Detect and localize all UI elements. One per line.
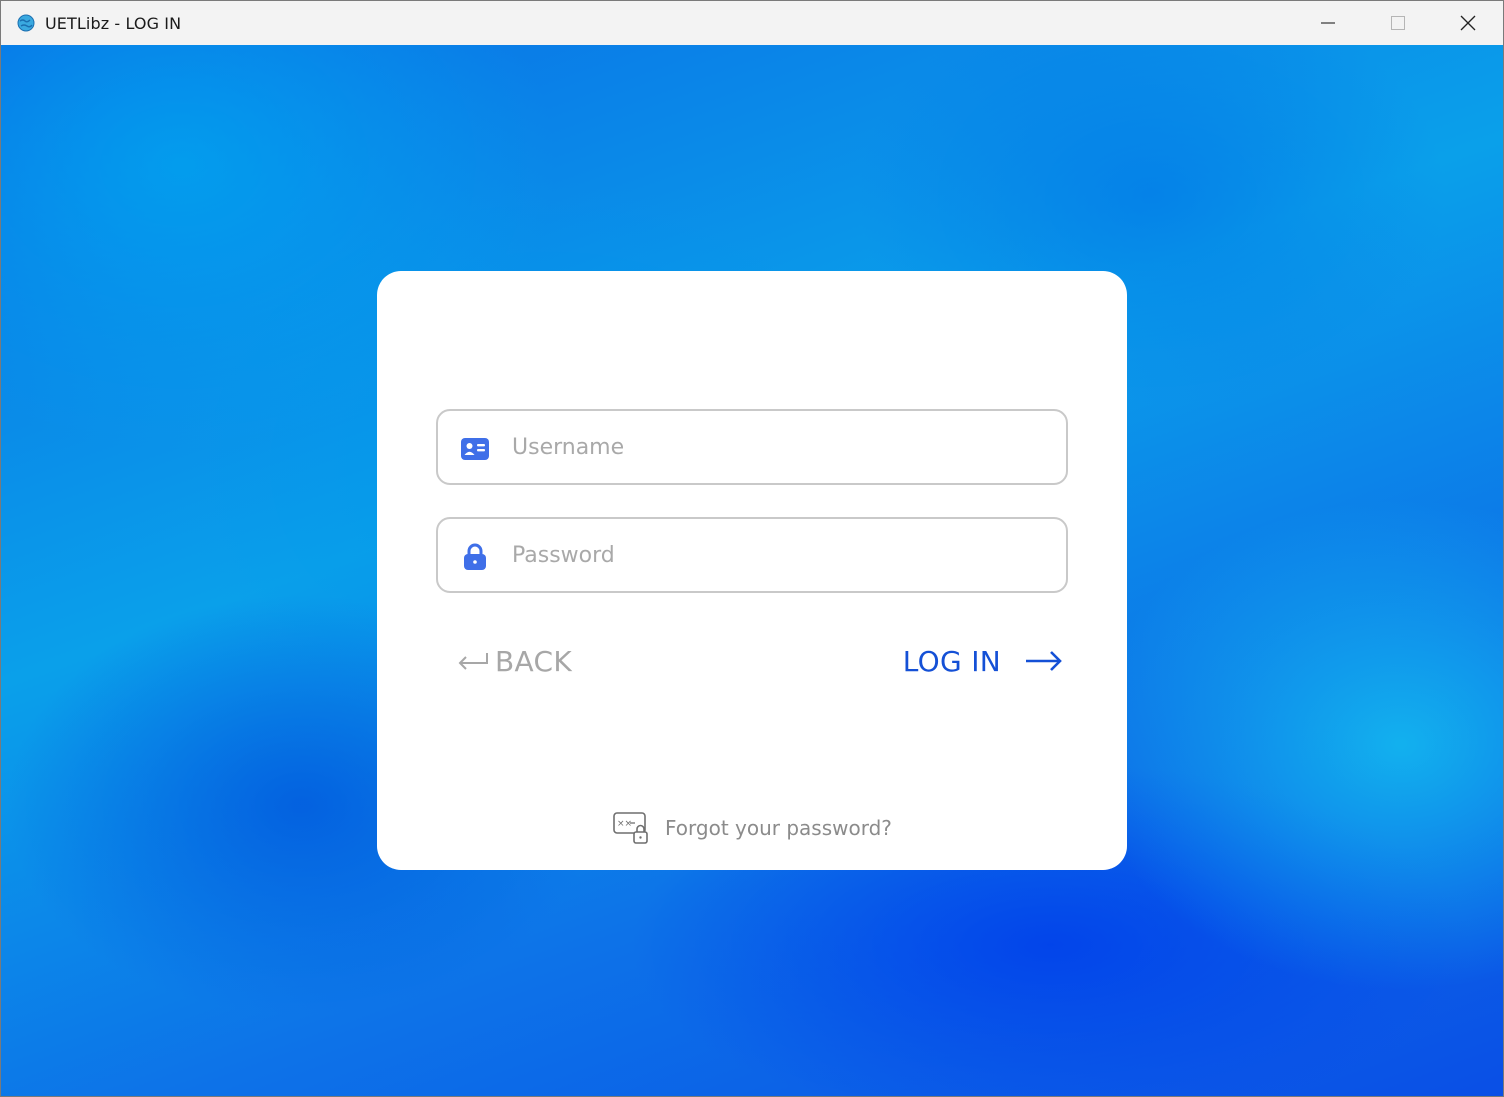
lock-icon — [461, 543, 489, 571]
forgot-password-link[interactable]: ×× Forgot your password? — [613, 811, 892, 845]
app-window: UETLibz - LOG IN Username BACK LOG IN ××… — [0, 0, 1504, 1097]
title-bar[interactable]: UETLibz - LOG IN — [1, 1, 1503, 45]
return-arrow-icon — [458, 653, 488, 670]
right-arrow-icon — [1026, 651, 1062, 671]
login-button[interactable]: LOG IN — [903, 641, 1063, 681]
window-controls — [1293, 1, 1503, 45]
login-label: LOG IN — [902, 644, 1001, 678]
username-field[interactable] — [436, 409, 1068, 485]
maximize-button[interactable] — [1363, 1, 1433, 45]
svg-text:××: ×× — [617, 819, 632, 829]
minimize-button[interactable] — [1293, 1, 1363, 45]
password-input[interactable] — [512, 533, 1032, 577]
password-reset-icon: ×× — [613, 812, 648, 844]
back-button[interactable]: BACK — [457, 641, 572, 681]
back-label: BACK — [495, 644, 572, 678]
password-field[interactable] — [436, 517, 1068, 593]
close-icon — [1460, 15, 1476, 31]
login-card: BACK LOG IN ×× Forgot your pass — [377, 271, 1127, 870]
maximize-icon — [1391, 16, 1405, 30]
username-input[interactable] — [512, 425, 1032, 469]
window-title: UETLibz - LOG IN — [45, 13, 182, 33]
forgot-password-label: Forgot your password? — [665, 816, 892, 840]
background-area: BACK LOG IN ×× Forgot your pass — [1, 45, 1503, 1096]
close-button[interactable] — [1433, 1, 1503, 45]
id-card-icon — [461, 435, 489, 463]
globe-icon — [16, 13, 36, 33]
minimize-icon — [1321, 22, 1335, 24]
